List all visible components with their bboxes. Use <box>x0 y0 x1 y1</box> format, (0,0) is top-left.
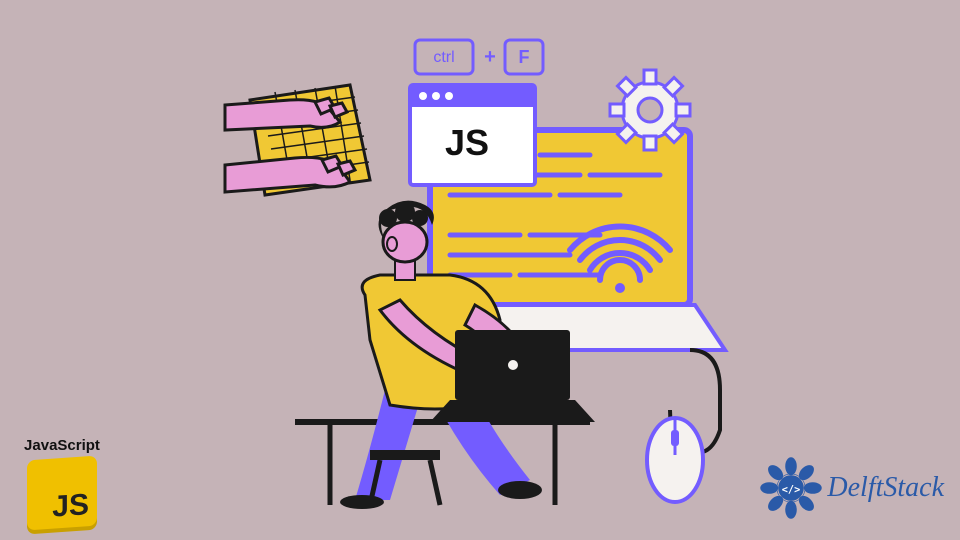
keycap-ctrl: ctrl <box>433 49 454 66</box>
js-logo-icon: JS <box>27 456 97 531</box>
javascript-label: JavaScript <box>12 437 112 454</box>
svg-text:</>: </> <box>782 484 801 496</box>
delftstack-brand: </> DelftStack <box>759 456 944 520</box>
javascript-badge: JavaScript JS <box>12 437 112 528</box>
hero-illustration: ctrl + F JS <box>220 30 740 510</box>
shortcut-keys-icon: ctrl + F <box>415 40 543 74</box>
keycap-plus: + <box>484 46 496 68</box>
keycap-f: F <box>519 47 530 67</box>
gear-icon <box>610 70 690 150</box>
desk-icon <box>295 422 590 505</box>
mouse-icon <box>647 350 720 502</box>
js-window-icon: JS <box>410 85 535 185</box>
delftstack-logo-icon: </> <box>759 456 823 520</box>
js-logo-text: JS <box>52 488 89 525</box>
windowcard-title: JS <box>445 122 489 163</box>
delftstack-name: DelftStack <box>827 472 944 504</box>
